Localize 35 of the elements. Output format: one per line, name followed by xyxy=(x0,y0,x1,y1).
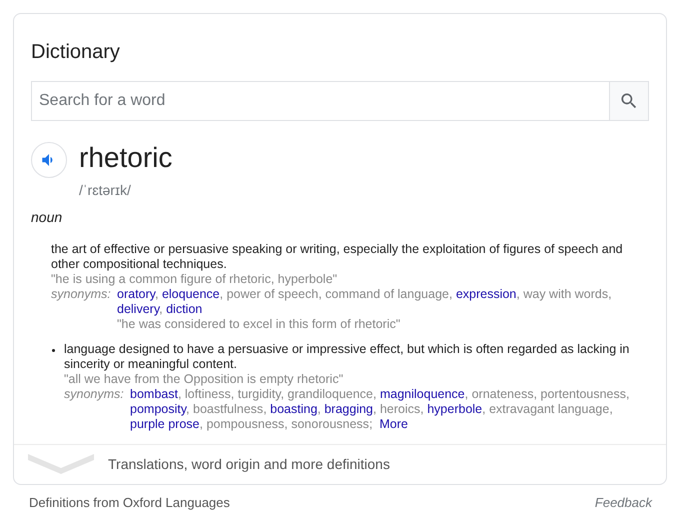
pronunciation-button[interactable] xyxy=(31,142,67,178)
chevron-icon xyxy=(28,454,94,476)
search-icon xyxy=(619,91,639,111)
definition-text: the art of effective or persuasive speaking or writing, especially the exploitation of figures of speech and other compositional techniques. xyxy=(51,242,624,272)
synonym-link[interactable]: boasting xyxy=(270,402,318,416)
search-field[interactable]: Search for a word xyxy=(31,81,609,121)
synonyms-label: synonyms: xyxy=(51,287,112,303)
synonym-link[interactable]: bombast xyxy=(130,387,178,401)
expand-bar[interactable]: Translations, word origin and more definitions xyxy=(14,444,666,484)
expand-label: Translations, word origin and more definitions xyxy=(108,455,390,474)
example-text: "he was considered to excel in this form of rhetoric" xyxy=(117,317,402,332)
synonym-link[interactable]: diction xyxy=(166,302,202,316)
synonym-link[interactable]: eloquence xyxy=(162,287,220,301)
card-title: Dictionary xyxy=(31,40,121,64)
phonetic-text: /ˈrɛtərɪk/ xyxy=(79,181,132,200)
synonym-link[interactable]: purple prose xyxy=(130,417,200,431)
synonym-link[interactable]: expression xyxy=(456,287,516,301)
search-button[interactable] xyxy=(609,81,649,121)
source-text: Definitions from Oxford Languages xyxy=(29,494,230,512)
synonym-link[interactable]: bragging xyxy=(324,402,374,416)
feedback-link[interactable]: Feedback xyxy=(594,493,652,512)
synonym-link[interactable]: hyperbole xyxy=(427,402,482,416)
synonym-link[interactable]: pomposity xyxy=(130,402,186,416)
part-of-speech: noun xyxy=(31,208,64,227)
more-link[interactable]: More xyxy=(379,417,408,431)
synonym-link[interactable]: delivery xyxy=(117,302,160,316)
synonym-link[interactable]: magniloquence xyxy=(380,387,465,401)
example-text: "he is using a common figure of rhetoric, hyperbole" xyxy=(51,272,338,287)
headword: rhetoric xyxy=(79,142,172,174)
definition-text: language designed to have a persuasive or impressive effect, but which is often regarded as lacking in sincerity or meaningful content. xyxy=(64,342,630,372)
synonym-list: bombast, loftiness, turgidity, grandiloquence, magniloquence, ornateness, portentousness, pomposity, boastfulness, boasting, bragging, heroics, hyperbole, extravagant language, purple prose, pompousness, sonorousness; More xyxy=(130,387,649,432)
example-text: "all we have from the Opposition is empty rhetoric" xyxy=(64,372,344,387)
synonym-link[interactable]: oratory xyxy=(117,287,155,301)
synonym-list: oratory, eloquence, power of speech, command of language, expression, way with words, delivery, diction xyxy=(117,287,649,317)
synonyms-label: synonyms: xyxy=(64,387,125,403)
